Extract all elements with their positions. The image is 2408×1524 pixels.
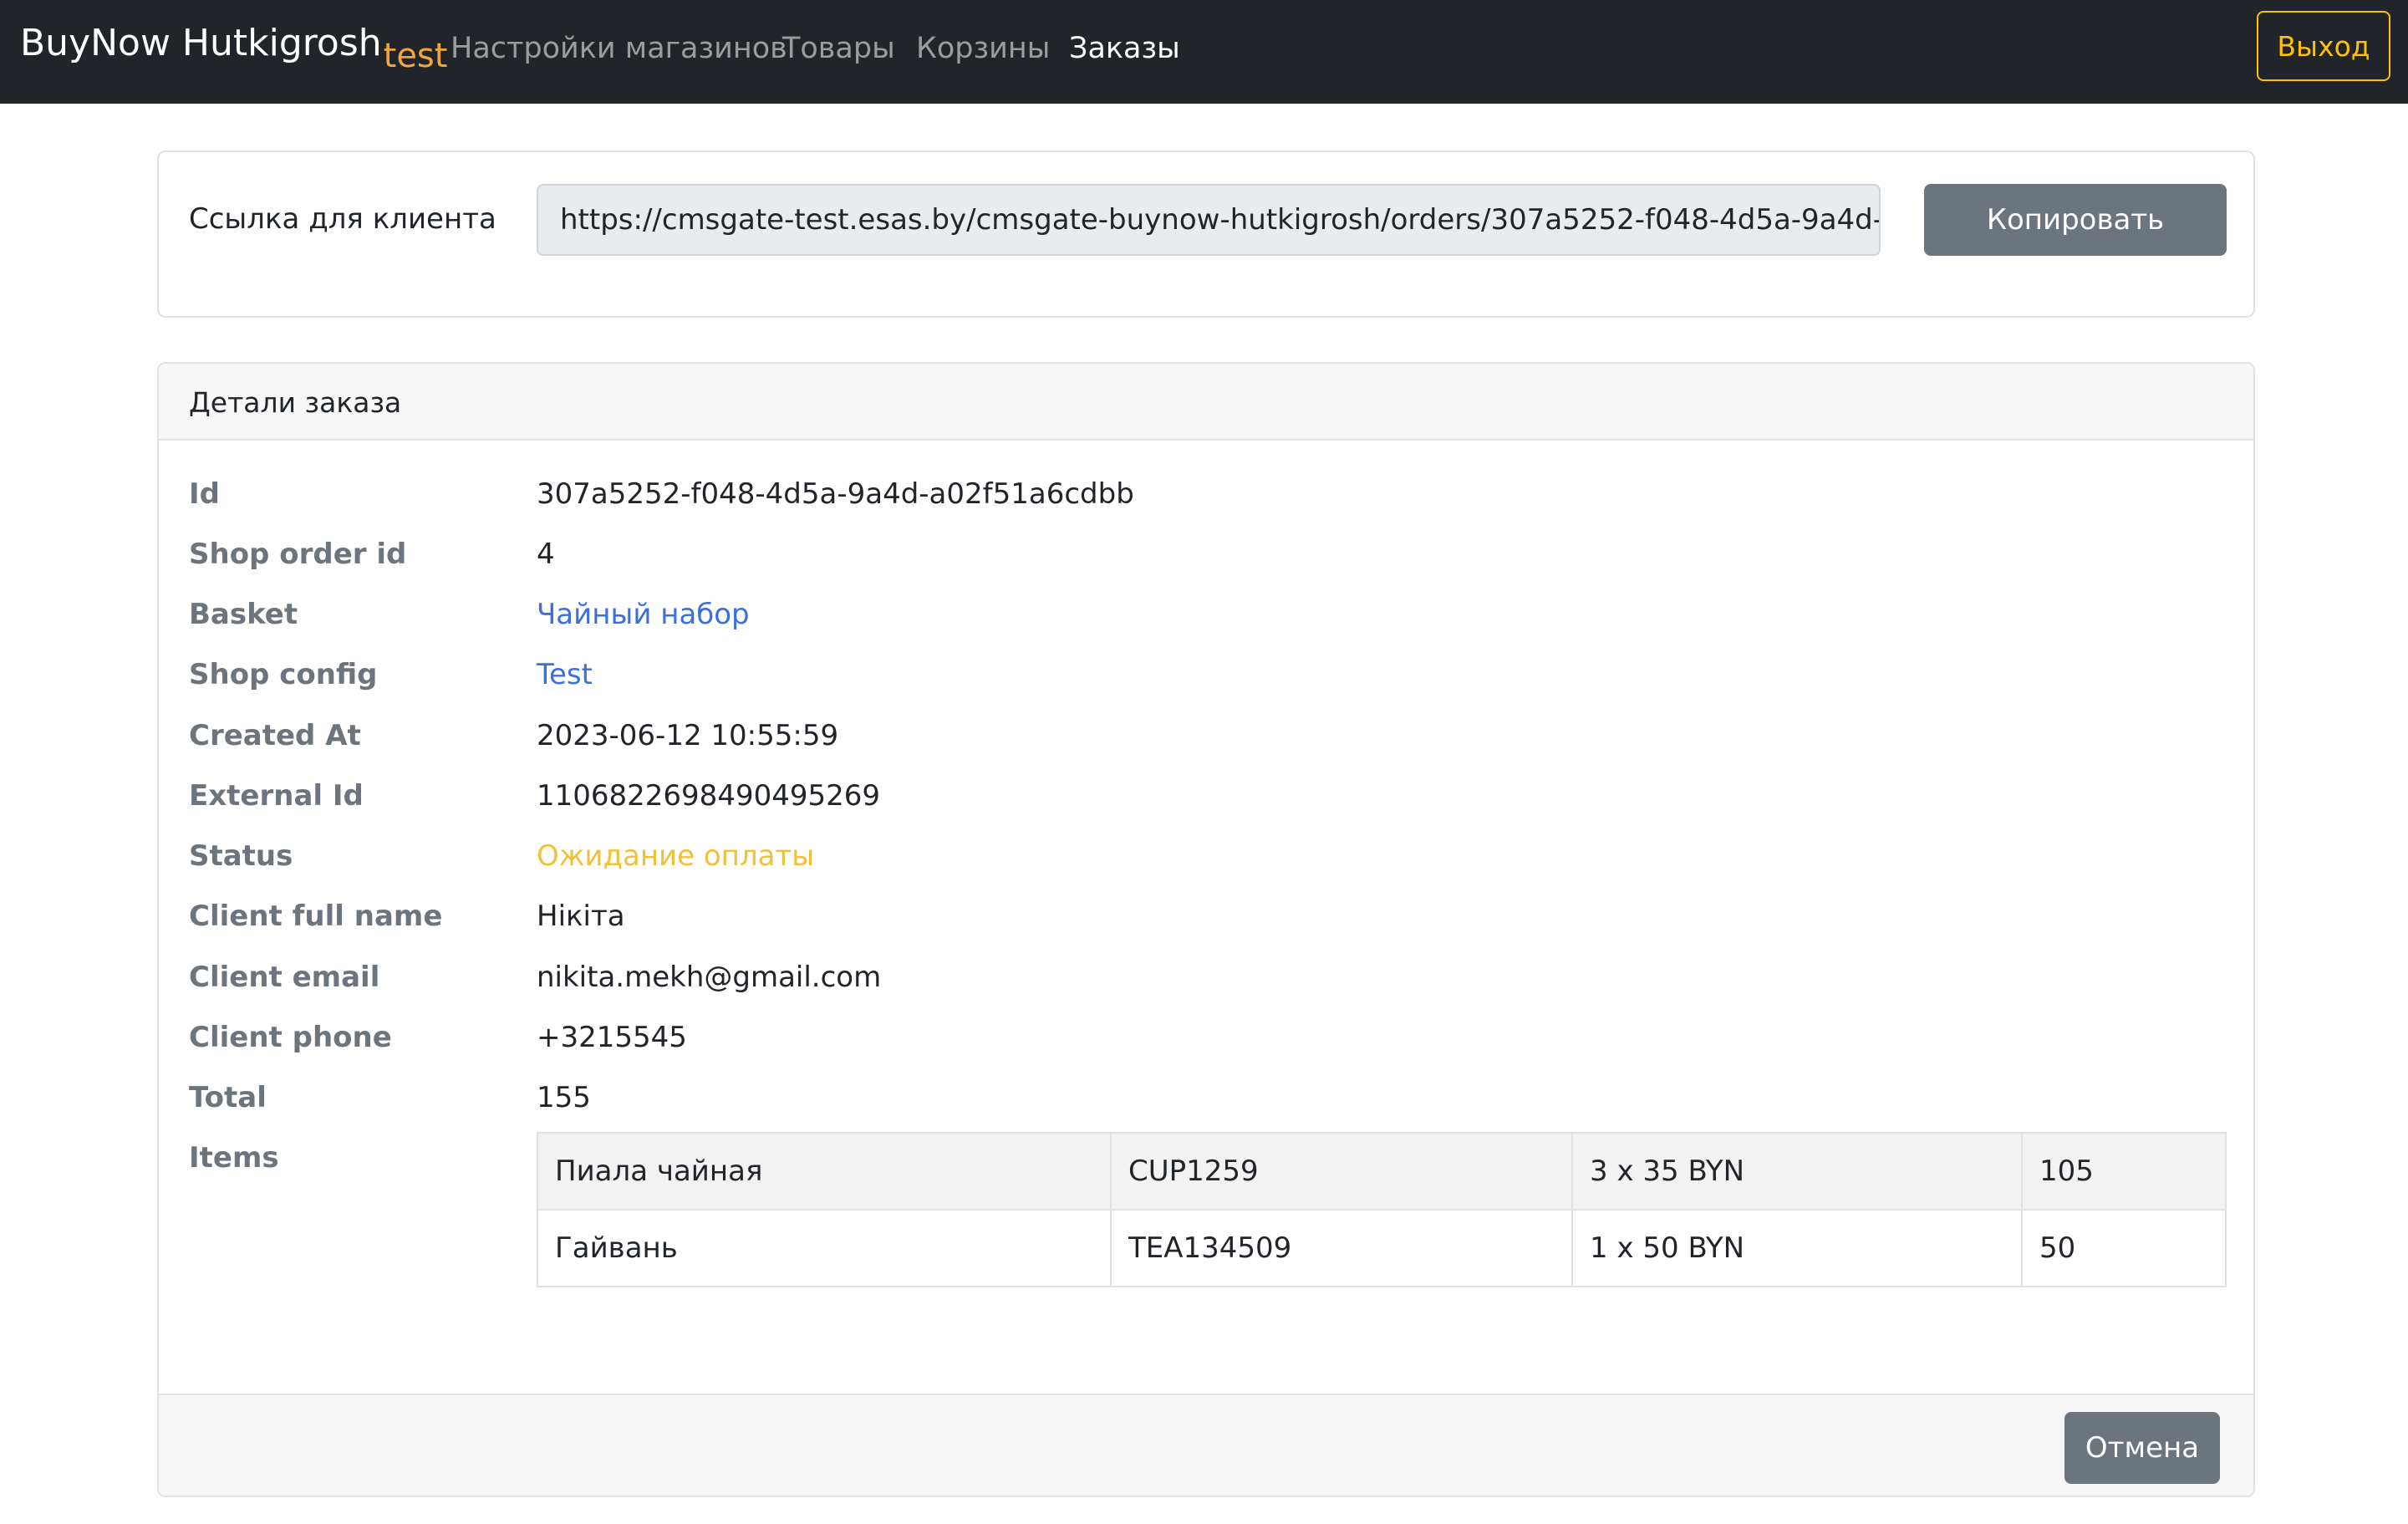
item-sku-link[interactable]: TEA134509 [1110,1209,1573,1287]
item-name: Гайвань [537,1209,1112,1287]
order-details-title: Детали заказа [189,386,402,419]
table-row: Гайвань TEA134509 1 x 50 BYN 50 [537,1209,2227,1287]
order-details-footer: Отмена [159,1394,2253,1496]
label-total: Total [189,1081,267,1114]
items-table: Пиала чайная CUP1259 3 x 35 BYN 105 Гайв… [537,1132,2227,1287]
label-client-full-name: Client full name [189,900,443,933]
value-created-at: 2023-06-12 10:55:59 [537,719,839,752]
label-shop-order-id: Shop order id [189,538,407,571]
order-details-header: Детали заказа [159,364,2253,441]
value-external-id: 1106822698490495269 [537,779,881,813]
shop-config-link[interactable]: Test [537,658,593,691]
label-created-at: Created At [189,719,361,752]
item-name: Пиала чайная [537,1132,1112,1211]
nav-item-products[interactable]: Товары [782,32,895,65]
client-link-input[interactable]: https://cmsgate-test.esas.by/cmsgate-buy… [537,184,1881,256]
label-client-email: Client email [189,961,380,994]
item-sku-link[interactable]: CUP1259 [1110,1132,1573,1211]
nav-item-baskets[interactable]: Корзины [916,32,1050,65]
item-qty-price: 1 x 50 BYN [1571,1209,2023,1287]
label-external-id: External Id [189,779,364,813]
client-link-card: Ссылка для клиента https://cmsgate-test.… [157,150,2255,318]
logout-button[interactable]: Выход [2257,11,2390,81]
item-sum: 50 [2021,1209,2227,1287]
table-row: Пиала чайная CUP1259 3 x 35 BYN 105 [537,1132,2227,1211]
value-client-email: nikita.mekh@gmail.com [537,961,882,994]
label-basket: Basket [189,598,298,631]
basket-link[interactable]: Чайный набор [537,598,750,631]
order-details-card: Детали заказа Id 307a5252-f048-4d5a-9a4d… [157,362,2255,1497]
label-status: Status [189,839,293,873]
status-badge: Ожидание оплаты [537,839,815,873]
brand-env-badge: test [383,37,448,75]
brand-title: BuyNow Hutkigrosh [20,22,382,64]
nav-item-orders[interactable]: Заказы [1069,32,1180,65]
copy-link-button[interactable]: Копировать [1924,184,2227,256]
cancel-button[interactable]: Отмена [2064,1412,2220,1484]
item-qty-price: 3 x 35 BYN [1571,1132,2023,1211]
value-total: 155 [537,1081,591,1114]
value-shop-order-id: 4 [537,538,555,571]
label-client-phone: Client phone [189,1021,392,1054]
client-link-label: Ссылка для клиента [189,202,496,236]
brand-logo[interactable]: BuyNow Hutkigroshtest [20,22,447,75]
label-items: Items [189,1141,279,1175]
value-id: 307a5252-f048-4d5a-9a4d-a02f51a6cdbb [537,477,1134,511]
item-sum: 105 [2021,1132,2227,1211]
value-client-phone: +3215545 [537,1021,687,1054]
value-client-full-name: Нікіта [537,900,625,933]
nav-item-shop-settings[interactable]: Настройки магазинов [451,32,787,65]
label-shop-config: Shop config [189,658,378,691]
label-id: Id [189,477,220,511]
top-navbar: BuyNow Hutkigroshtest Настройки магазино… [0,0,2408,104]
